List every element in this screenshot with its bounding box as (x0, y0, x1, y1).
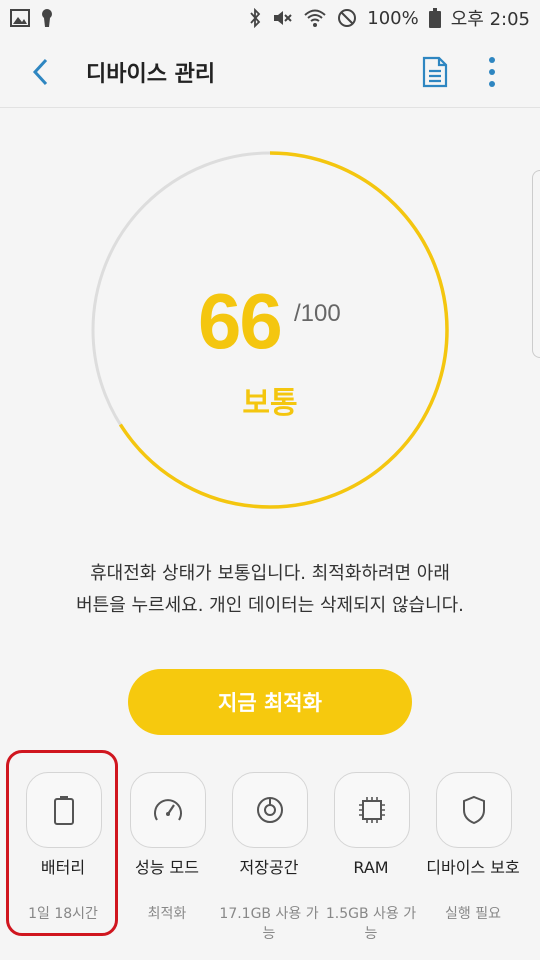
tile-icon-frame (26, 772, 102, 848)
battery-status-icon (428, 8, 441, 28)
tile-icon-frame (130, 772, 206, 848)
speedometer-icon (154, 799, 182, 821)
feature-tiles: 배터리 1일 18시간 성능 모드 최적화 저장공간 17.1GB 사용 가능 (0, 760, 540, 960)
score-gauge: 66 /100 보통 (90, 150, 450, 510)
mute-icon (274, 11, 292, 25)
gallery-icon (10, 9, 30, 27)
tile-subtext: 최적화 (147, 906, 187, 922)
wifi-icon (304, 9, 326, 27)
storage-icon (257, 797, 283, 823)
tile-battery[interactable]: 배터리 1일 18시간 (13, 760, 115, 950)
document-icon (422, 56, 448, 88)
tile-label: 배터리 (40, 858, 86, 877)
page-title: 디바이스 관리 (86, 62, 216, 87)
battery-percent: 100% (367, 7, 419, 29)
status-bar: 100% 오후 2:05 (0, 0, 540, 36)
status-description: 휴대전화 상태가 보통입니다. 최적화하려면 아래 버튼을 누르세요. 개인 데… (30, 558, 510, 622)
tile-icon-frame (334, 772, 410, 848)
battery-icon (54, 796, 74, 825)
more-options-button[interactable] (482, 54, 502, 90)
tile-subtext: 1일 18시간 (28, 906, 98, 922)
tile-subtext: 실행 필요 (445, 906, 501, 922)
tile-label: 디바이스 보호 (426, 858, 520, 877)
score-status: 보통 (242, 386, 298, 421)
report-button[interactable] (420, 56, 450, 88)
tile-label: 성능 모드 (135, 858, 199, 877)
status-right: 100% 오후 2:05 (249, 5, 530, 31)
tile-ram[interactable]: RAM 1.5GB 사용 가능 (321, 760, 423, 950)
more-vertical-icon (489, 57, 495, 87)
do-not-disturb-icon (338, 9, 357, 27)
shield-icon (463, 795, 485, 825)
tile-label: 저장공간 (239, 858, 299, 877)
back-button[interactable] (26, 56, 58, 88)
keyhole-icon (42, 9, 52, 27)
side-panel-handle[interactable] (532, 170, 540, 358)
tile-icon-frame (232, 772, 308, 848)
optimize-now-button[interactable]: 지금 최적화 (128, 669, 412, 735)
description-line-2: 버튼을 누르세요. 개인 데이터는 삭제되지 않습니다. (76, 595, 464, 616)
description-line-1: 휴대전화 상태가 보통입니다. 최적화하려면 아래 (90, 563, 450, 584)
app-bar: 디바이스 관리 (0, 36, 540, 108)
tile-device-protection[interactable]: 디바이스 보호 실행 필요 (423, 760, 525, 950)
score-max: /100 (294, 300, 341, 327)
status-left (10, 8, 54, 28)
tile-subtext: 17.1GB 사용 가능 (219, 906, 319, 942)
tile-subtext: 1.5GB 사용 가능 (325, 906, 417, 942)
tile-icon-frame (436, 772, 512, 848)
score-value: 66 (198, 277, 283, 365)
tile-performance-mode[interactable]: 성능 모드 최적화 (117, 760, 219, 950)
ram-chip-icon (359, 797, 385, 823)
bluetooth-icon (250, 8, 261, 28)
chevron-left-icon (32, 58, 48, 86)
clock: 오후 2:05 (450, 9, 530, 30)
tile-label: RAM (353, 858, 389, 877)
tile-storage[interactable]: 저장공간 17.1GB 사용 가능 (219, 760, 321, 950)
